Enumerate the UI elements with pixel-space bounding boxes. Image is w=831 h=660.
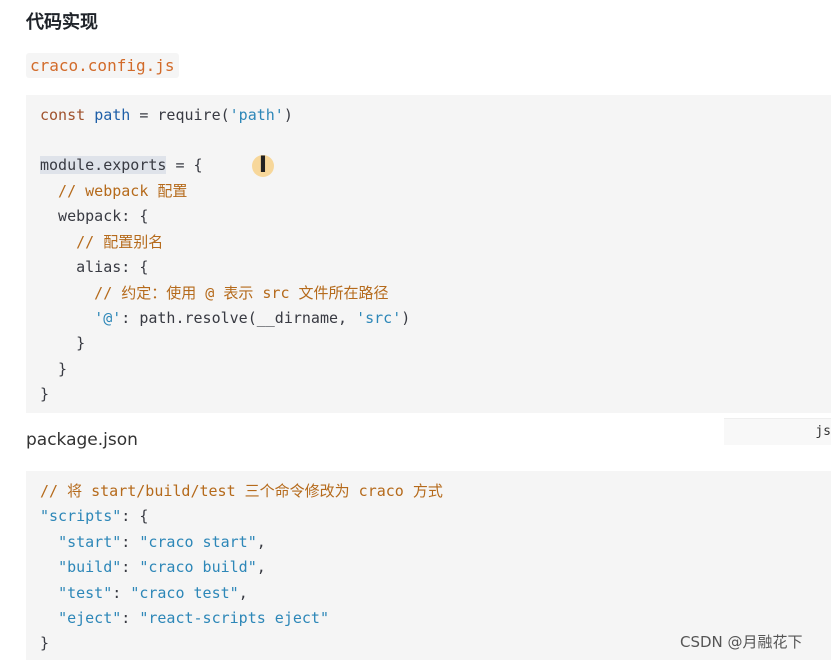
file-name-chip: craco.config.js [26, 53, 179, 78]
code-language-tag: js [724, 418, 831, 445]
punctuation: : [121, 533, 140, 551]
punctuation: ( [220, 106, 230, 124]
code-line: const path = require('path') [40, 103, 293, 127]
code-line: } [40, 360, 68, 378]
code-line: "scripts": { [40, 504, 148, 528]
code-line: '@': path.resolve(__dirname, 'src') [40, 306, 410, 330]
code-line: webpack: { [40, 207, 149, 225]
csdn-watermark: CSDN @月融花下 [680, 633, 803, 651]
string: "scripts" [40, 507, 122, 525]
package-json-label: package.json [26, 430, 138, 450]
string: "build" [58, 558, 122, 576]
code-line: } [40, 634, 50, 652]
string: '@' [94, 309, 122, 327]
punctuation: ) [283, 106, 293, 124]
section-heading: 代码实现 [26, 12, 98, 33]
keyword: const [40, 106, 86, 124]
string: "test" [58, 584, 113, 602]
code-line: module.exports = { [40, 153, 203, 177]
text-cursor-icon: I [258, 153, 268, 178]
code-comment: // 约定：使用 @ 表示 src 文件所在路径 [40, 284, 389, 302]
code-line: } [40, 334, 86, 352]
code-line: "start": "craco start", [40, 530, 266, 554]
code-text: : path.resolve(__dirname, [121, 309, 357, 327]
punctuation: : [121, 609, 140, 627]
string: "react-scripts eject" [139, 609, 329, 627]
string: "craco test" [130, 584, 239, 602]
string: "craco build" [139, 558, 257, 576]
operator: = [130, 106, 158, 124]
string: 'src' [356, 309, 402, 327]
punctuation: , [238, 584, 248, 602]
code-text: = { [166, 156, 203, 174]
code-line: alias: { [40, 258, 149, 276]
code-comment: // webpack 配置 [40, 182, 188, 200]
code-comment: // 将 start/build/test 三个命令修改为 craco 方式 [40, 482, 443, 500]
string: 'path' [229, 106, 284, 124]
string: "eject" [58, 609, 122, 627]
string: "craco start" [139, 533, 257, 551]
code-line: "test": "craco test", [40, 581, 248, 605]
string: "start" [58, 533, 122, 551]
selected-text: module.exports [40, 156, 167, 174]
language-label: js [815, 424, 831, 439]
punctuation: , [256, 558, 266, 576]
code-text: : { [121, 507, 149, 525]
code-line: "build": "craco build", [40, 555, 266, 579]
code-line: } [40, 385, 50, 403]
code-comment: // 配置别名 [40, 233, 164, 251]
code-line: "eject": "react-scripts eject" [40, 606, 329, 630]
punctuation: ) [401, 309, 411, 327]
punctuation: : [112, 584, 131, 602]
function-name: require [157, 106, 221, 124]
code-block-craco-config[interactable]: const path = require('path') module.expo… [26, 95, 831, 413]
punctuation: : [121, 558, 140, 576]
punctuation: , [256, 533, 266, 551]
identifier: path [94, 106, 131, 124]
